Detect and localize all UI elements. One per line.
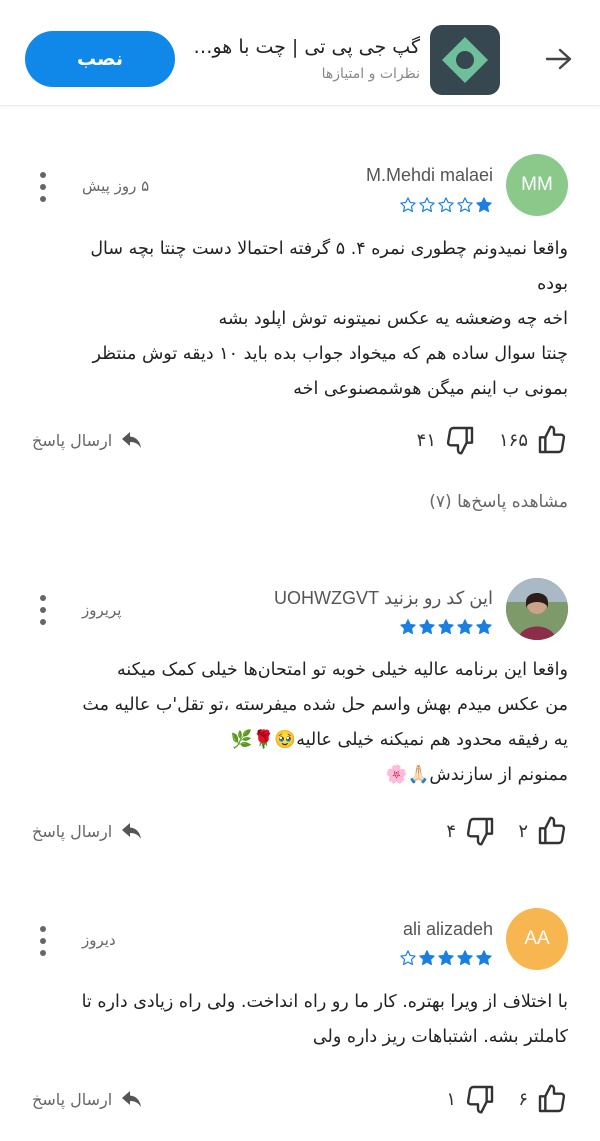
reply-icon [122,823,142,839]
like-count: ۲ [518,820,528,842]
thumbs-down-icon [446,426,474,455]
review-author[interactable]: این کد رو بزنید UOHWZGVT [274,588,493,609]
avatar[interactable] [506,578,568,640]
app-logo-icon [442,37,488,83]
review-actions: ۶ ۱ ارسال پاسخ [0,1083,600,1123]
thumbs-up-icon [538,1084,566,1113]
like-button[interactable]: ۲ [518,815,568,847]
review-date: دیروز [82,931,116,949]
dislike-button[interactable]: ۴۱ [417,424,476,456]
star-filled-icon [419,619,435,635]
like-button[interactable]: ۶ [518,1083,568,1115]
dislike-count: ۴ [446,820,456,842]
app-header: گپ جی پی تی | چت با هو… نظرات و امتیازها… [0,0,600,106]
star-filled-icon [457,619,473,635]
review-date: ۵ روز پیش [82,177,150,195]
star-filled-icon [476,197,492,213]
review-text: با اختلاف از ویرا بهتره. کار ما رو راه ا… [81,992,568,1047]
more-options-button[interactable] [36,172,50,202]
review-author[interactable]: M.Mehdi malaei [366,165,493,186]
review-date: پریروز [82,601,122,619]
star-filled-icon [476,950,492,966]
arrow-right-icon [545,48,572,70]
reply-button[interactable]: ارسال پاسخ [32,821,142,841]
review-actions: ۱۶۵ ۴۱ ارسال پاسخ [0,424,600,464]
star-filled-icon [457,950,473,966]
review-text: واقعا نمیدونم چطوری نمره ۴. ۵ گرفته احتم… [90,239,568,399]
star-filled-icon [400,619,416,635]
reply-icon [122,432,142,448]
thumbs-down-icon [466,817,494,846]
thumbs-up-icon [538,816,566,845]
star-empty-icon [400,950,416,966]
avatar[interactable]: AA [506,908,568,970]
dislike-count: ۴۱ [416,429,436,451]
view-replies-link[interactable]: مشاهده پاسخ‌ها (۷) [429,492,568,512]
star-filled-icon [419,950,435,966]
thumbs-up-icon [538,425,566,454]
review-text: واقعا این برنامه عالیه خیلی خوبه تو امتح… [82,660,568,785]
review-actions: ۲ ۴ ارسال پاسخ [0,815,600,855]
star-empty-icon [419,197,435,213]
star-rating [399,196,493,214]
avatar[interactable]: MM [506,154,568,216]
dislike-count: ۱ [446,1088,456,1110]
star-filled-icon [476,619,492,635]
reviews-subtitle: نظرات و امتیازها [321,66,420,82]
star-filled-icon [438,619,454,635]
more-options-button[interactable] [36,926,50,956]
dislike-button[interactable]: ۱ [446,1083,496,1115]
app-icon[interactable] [430,25,500,95]
like-button[interactable]: ۱۶۵ [499,424,568,456]
like-count: ۱۶۵ [498,429,528,451]
more-options-button[interactable] [36,595,50,625]
star-rating [399,618,493,636]
star-filled-icon [438,950,454,966]
star-empty-icon [438,197,454,213]
app-title: گپ جی پی تی | چت با هو… [193,36,420,58]
star-empty-icon [400,197,416,213]
dislike-button[interactable]: ۴ [446,815,496,847]
reply-button[interactable]: ارسال پاسخ [32,1089,142,1109]
back-button[interactable] [544,44,574,74]
user-photo-icon [506,578,568,640]
star-empty-icon [457,197,473,213]
review-author[interactable]: ali alizadeh [403,919,493,940]
reply-icon [122,1091,142,1107]
install-button[interactable]: نصب [25,31,175,87]
thumbs-down-icon [466,1085,494,1114]
star-rating [399,949,493,967]
reply-button[interactable]: ارسال پاسخ [32,430,142,450]
like-count: ۶ [518,1088,528,1110]
